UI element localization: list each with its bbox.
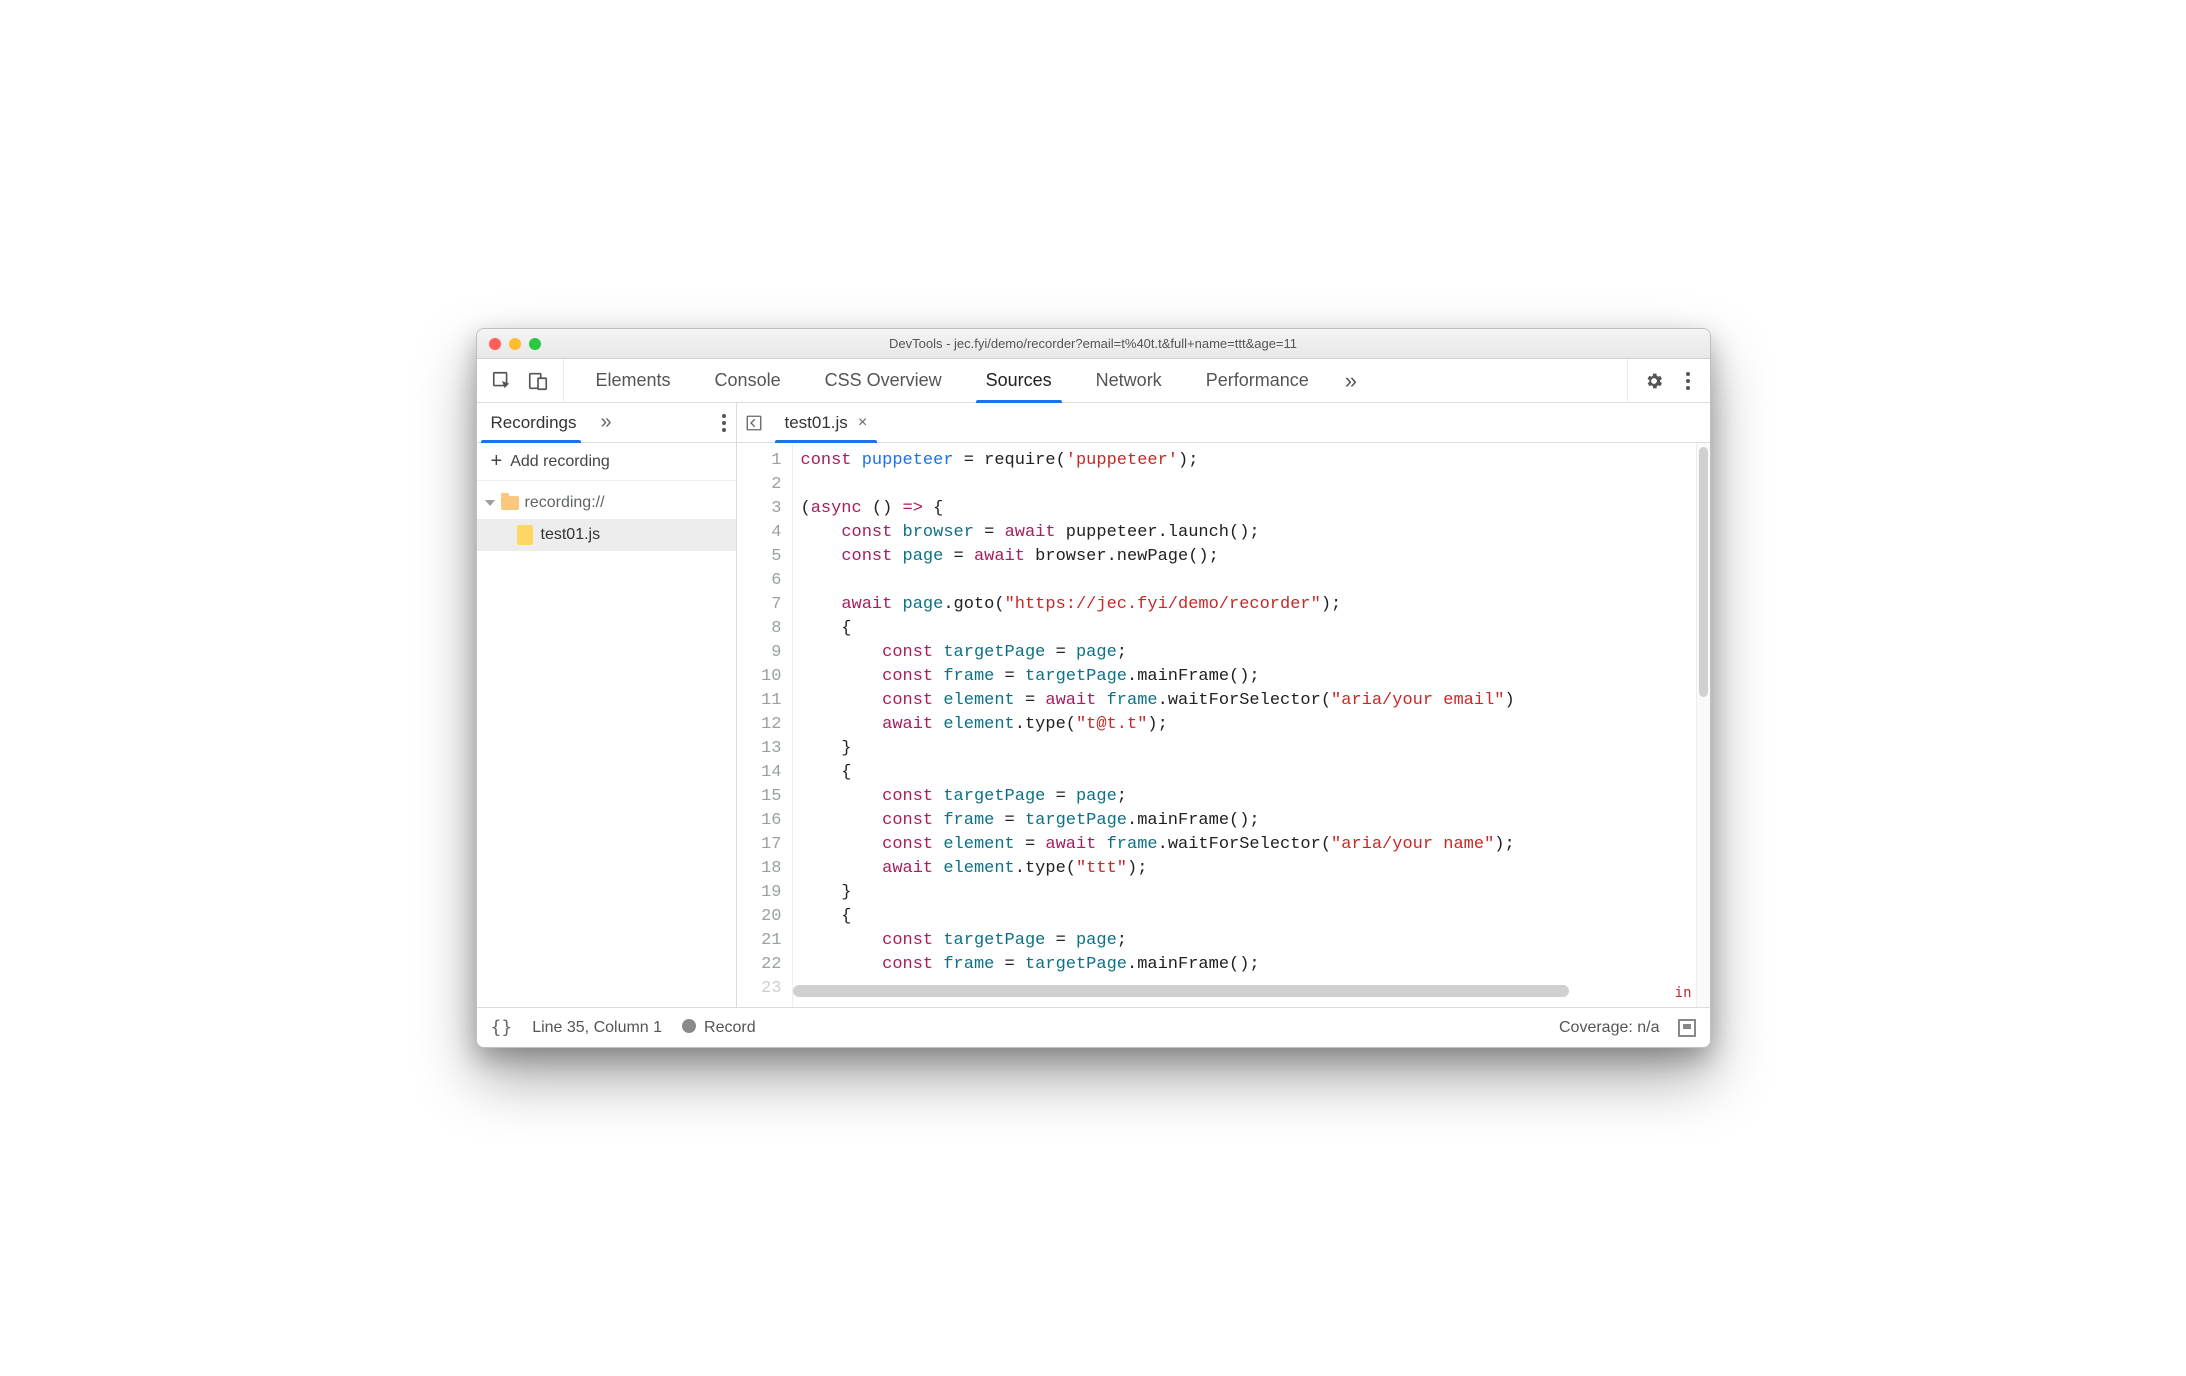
file-tree: recording:// test01.js: [477, 481, 736, 557]
tab-console[interactable]: Console: [693, 359, 803, 402]
tree-folder-label: recording://: [525, 494, 605, 512]
folder-icon: [501, 496, 519, 510]
inspect-element-icon[interactable]: [491, 370, 513, 392]
editor-tab-close-icon[interactable]: ×: [858, 414, 867, 432]
record-label: Record: [704, 1019, 756, 1036]
cursor-position: Line 35, Column 1: [532, 1019, 662, 1037]
vertical-scrollbar[interactable]: [1696, 443, 1710, 1007]
sources-subheader: Recordings » test01.js ×: [477, 403, 1710, 443]
vertical-scrollbar-thumb[interactable]: [1699, 447, 1708, 697]
tab-performance[interactable]: Performance: [1184, 359, 1331, 402]
main-menu-kebab-icon[interactable]: [1682, 368, 1694, 394]
pretty-print-icon[interactable]: {}: [491, 1017, 513, 1038]
more-tabs-button[interactable]: »: [1331, 359, 1371, 402]
tab-css-overview[interactable]: CSS Overview: [803, 359, 964, 402]
tree-file-label: test01.js: [541, 526, 601, 544]
drawer-toggle-icon[interactable]: [1678, 1019, 1696, 1037]
settings-gear-icon[interactable]: [1644, 371, 1664, 391]
line-number-gutter: 1234567891011121314151617181920212223: [737, 443, 793, 1007]
tree-file-test01[interactable]: test01.js: [477, 519, 736, 551]
sidebar-tab-recordings[interactable]: Recordings: [477, 403, 591, 442]
main-toolbar: Elements Console CSS Overview Sources Ne…: [477, 359, 1710, 403]
horizontal-scrollbar[interactable]: [793, 985, 1696, 997]
devtools-window: DevTools - jec.fyi/demo/recorder?email=t…: [476, 328, 1711, 1048]
add-recording-label: Add recording: [510, 453, 610, 471]
sidebar-kebab-icon[interactable]: [712, 403, 736, 442]
device-toolbar-icon[interactable]: [527, 370, 549, 392]
window-title: DevTools - jec.fyi/demo/recorder?email=t…: [477, 336, 1710, 351]
code-content[interactable]: const puppeteer = require('puppeteer');(…: [793, 443, 1696, 1007]
navigator-sidebar: + Add recording recording:// test01.js: [477, 443, 737, 1007]
record-dot-icon: [682, 1019, 696, 1033]
navigator-toggle-icon[interactable]: [737, 403, 771, 442]
tree-folder-recording[interactable]: recording://: [477, 487, 736, 519]
editor-area: 1234567891011121314151617181920212223 co…: [737, 443, 1710, 1007]
status-bar: {} Line 35, Column 1 Record Coverage: n/…: [477, 1007, 1710, 1047]
record-button[interactable]: Record: [682, 1019, 756, 1037]
coverage-status: Coverage: n/a: [1559, 1019, 1660, 1037]
add-recording-button[interactable]: + Add recording: [477, 443, 736, 481]
plus-icon: +: [491, 450, 503, 473]
tab-elements[interactable]: Elements: [574, 359, 693, 402]
window-titlebar: DevTools - jec.fyi/demo/recorder?email=t…: [477, 329, 1710, 359]
tab-sources[interactable]: Sources: [964, 359, 1074, 402]
overflow-hint: in: [1675, 985, 1692, 1001]
horizontal-scrollbar-thumb[interactable]: [793, 985, 1570, 997]
disclosure-triangle-icon[interactable]: [485, 498, 495, 508]
editor-tab-label: test01.js: [785, 413, 848, 433]
tab-network[interactable]: Network: [1074, 359, 1184, 402]
sources-body: + Add recording recording:// test01.js 1…: [477, 443, 1710, 1007]
js-file-icon: [517, 525, 533, 545]
panel-tabs: Elements Console CSS Overview Sources Ne…: [564, 359, 1627, 402]
sidebar-tabs-more-button[interactable]: »: [591, 403, 622, 442]
editor-tab-test01[interactable]: test01.js ×: [771, 403, 882, 442]
